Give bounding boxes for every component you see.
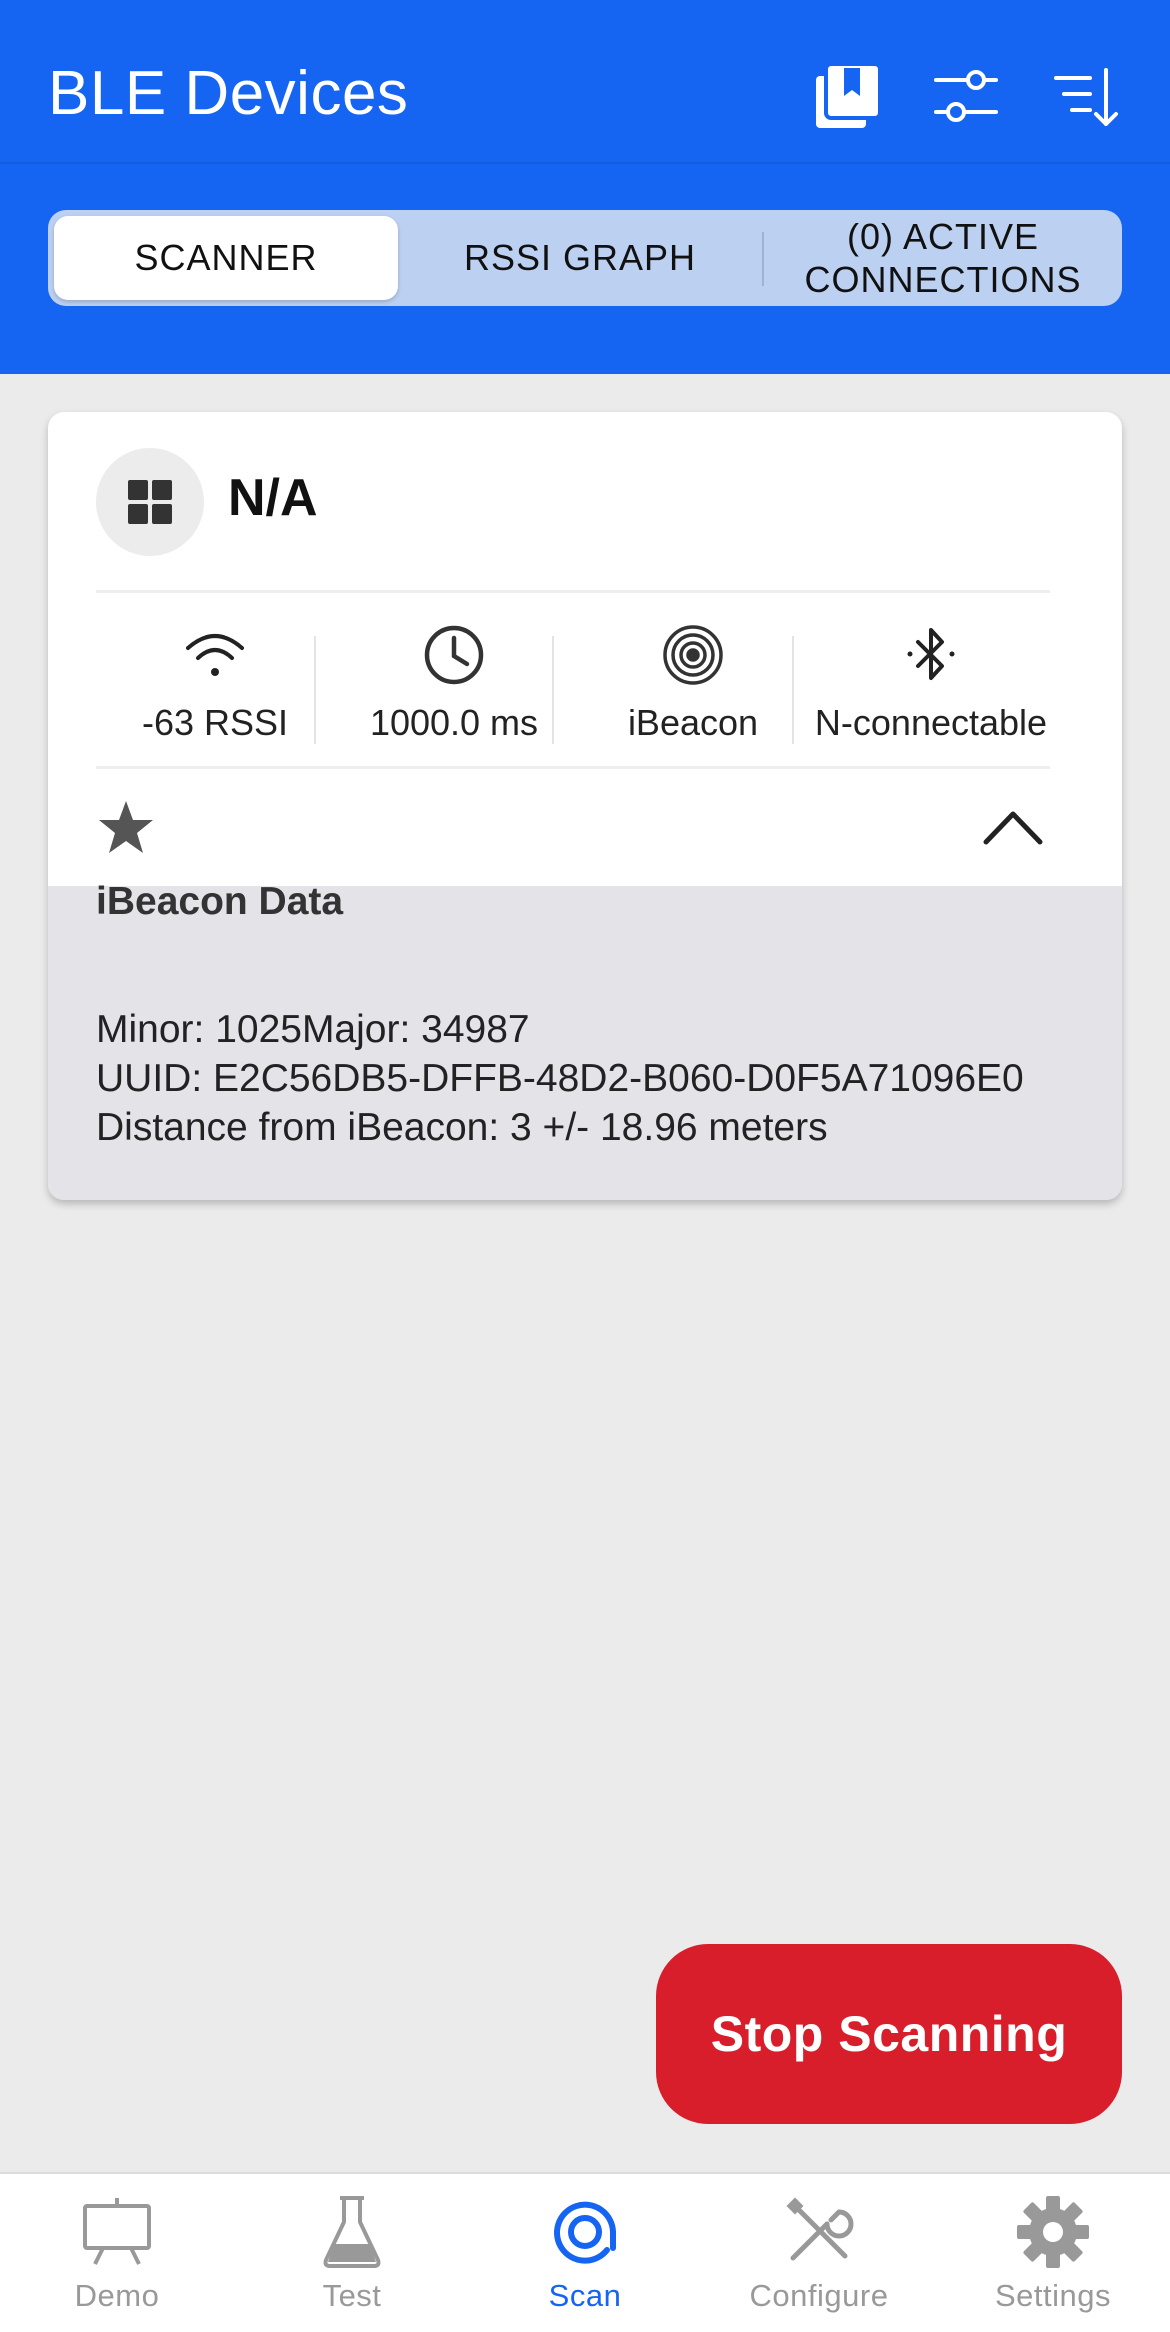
tools-icon bbox=[786, 2197, 854, 2261]
divider bbox=[96, 590, 1050, 593]
nav-test[interactable]: Test bbox=[242, 2194, 462, 2314]
nav-configure[interactable]: Configure bbox=[709, 2194, 929, 2314]
wifi-icon bbox=[186, 634, 244, 676]
beacon-type-stat: iBeacon bbox=[573, 622, 813, 744]
tab-separator bbox=[762, 232, 764, 286]
nav-settings[interactable]: Settings bbox=[943, 2194, 1163, 2314]
nav-configure-label: Configure bbox=[749, 2278, 889, 2313]
gear-icon bbox=[1017, 2196, 1089, 2268]
rssi-value: -63 RSSI bbox=[141, 702, 289, 743]
connectable-stat: N-connectable bbox=[811, 622, 1051, 744]
tab-active-connections[interactable]: (0) ACTIVE CONNECTIONS bbox=[768, 216, 1118, 300]
nav-scan[interactable]: Scan bbox=[475, 2194, 695, 2314]
rssi-stat: -63 RSSI bbox=[95, 622, 335, 744]
ibeacon-uuid: UUID: E2C56DB5-DFFB-48D2-B060-D0F5A71096… bbox=[96, 1057, 1024, 1100]
interval-stat: 1000.0 ms bbox=[334, 622, 574, 744]
device-card[interactable]: N/A -63 RSSI 1000.0 ms iBeacon N-connect… bbox=[48, 412, 1122, 1200]
favorite-star-icon[interactable] bbox=[96, 798, 156, 858]
page-title: BLE Devices bbox=[48, 59, 409, 128]
stop-scanning-button[interactable]: Stop Scanning bbox=[656, 1944, 1122, 2124]
app-header: BLE Devices SCANNER RSSI GRAPH (0) ACTIV… bbox=[0, 0, 1170, 374]
connectable-value: N-connectable bbox=[814, 702, 1048, 743]
stat-separator bbox=[314, 636, 316, 744]
device-type-icon bbox=[96, 448, 204, 556]
bottom-navigation: Demo Test Scan Configure Settings bbox=[0, 2172, 1170, 2332]
collapse-chevron-icon[interactable] bbox=[982, 804, 1044, 850]
stat-separator bbox=[792, 636, 794, 744]
flask-icon bbox=[323, 2196, 381, 2268]
broadcast-icon bbox=[663, 625, 723, 685]
nav-demo[interactable]: Demo bbox=[7, 2194, 227, 2314]
ibeacon-distance: Distance from iBeacon: 3 +/- 18.96 meter… bbox=[96, 1106, 828, 1149]
header-divider bbox=[0, 162, 1170, 164]
nav-demo-label: Demo bbox=[74, 2278, 160, 2313]
bluetooth-icon bbox=[907, 628, 955, 680]
filter-sliders-icon[interactable] bbox=[930, 60, 1002, 132]
nav-test-label: Test bbox=[322, 2278, 382, 2313]
bookmarks-icon[interactable] bbox=[812, 60, 884, 132]
ibeacon-data-title: iBeacon Data bbox=[96, 880, 344, 923]
tab-scanner[interactable]: SCANNER bbox=[54, 216, 398, 300]
beacon-type-value: iBeacon bbox=[627, 702, 759, 743]
divider bbox=[96, 766, 1050, 769]
tab-rssi-graph[interactable]: RSSI GRAPH bbox=[404, 216, 756, 300]
nav-settings-label: Settings bbox=[994, 2278, 1111, 2313]
clock-icon bbox=[424, 625, 484, 685]
interval-value: 1000.0 ms bbox=[369, 702, 539, 743]
ibeacon-minor-major: Minor: 1025Major: 34987 bbox=[96, 1008, 530, 1051]
view-tabs: SCANNER RSSI GRAPH (0) ACTIVE CONNECTION… bbox=[48, 210, 1122, 306]
nav-scan-label: Scan bbox=[548, 2278, 622, 2313]
presentation-icon bbox=[83, 2198, 151, 2265]
sort-icon[interactable] bbox=[1050, 60, 1122, 132]
scan-icon bbox=[554, 2201, 616, 2264]
device-name: N/A bbox=[228, 469, 318, 527]
stat-separator bbox=[552, 636, 554, 744]
